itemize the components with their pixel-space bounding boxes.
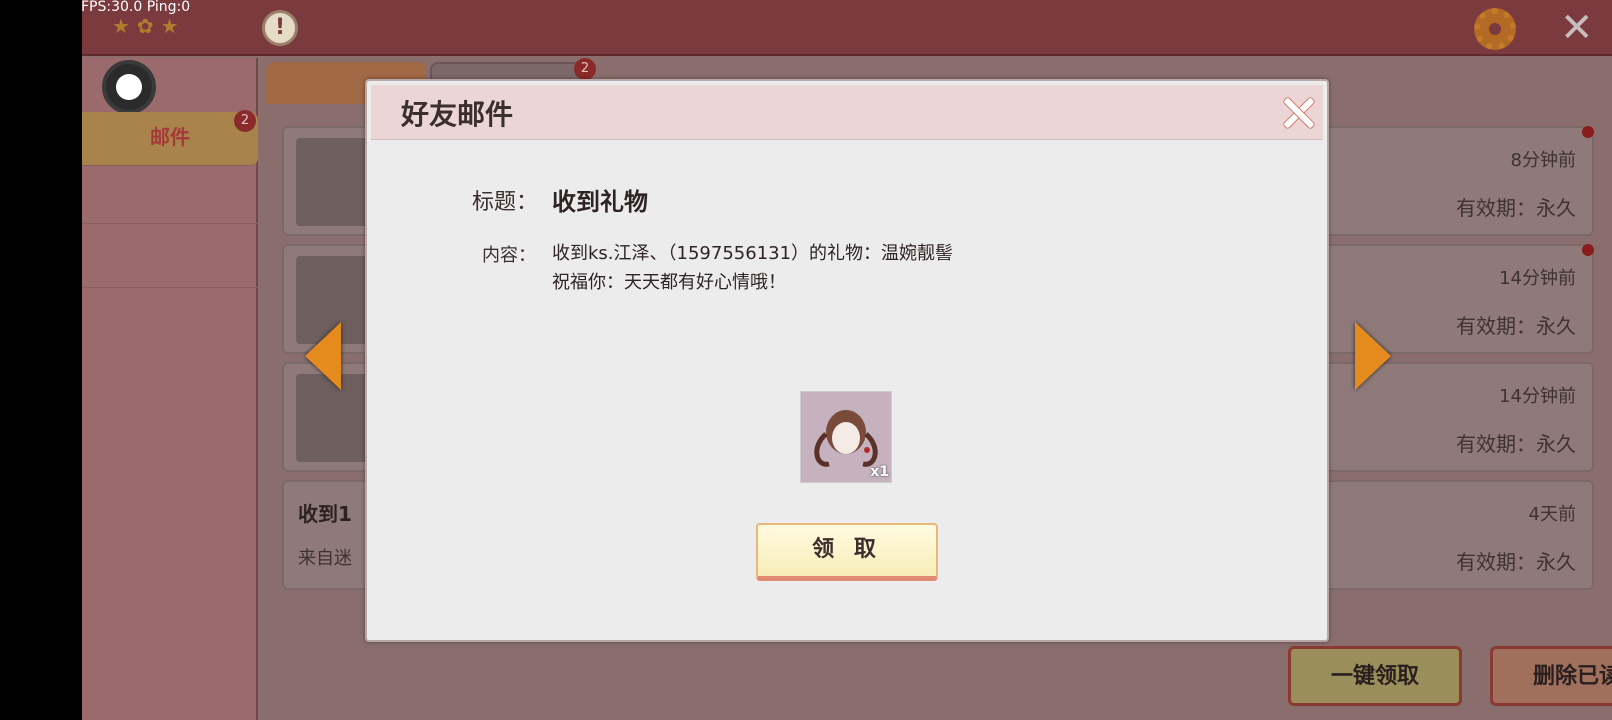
mail-expire: 有效期：永久 [1456, 196, 1576, 220]
gear-icon[interactable] [1474, 8, 1516, 50]
mail-time: 8分钟前 [1510, 150, 1576, 171]
arrow-left-icon[interactable] [305, 322, 341, 390]
dialog-title: 好友邮件 [401, 98, 514, 131]
sidebar-item-label: 邮件 [150, 125, 190, 149]
alert-icon[interactable]: ! [262, 10, 298, 46]
mail-expire: 有效期：永久 [1456, 432, 1576, 456]
subject-value: 收到礼物 [552, 188, 648, 216]
mail-expire: 有效期：永久 [1456, 314, 1576, 338]
mail-time: 14分钟前 [1499, 268, 1576, 289]
content-blessing: 祝福你：天天都有好心情哦！ [552, 272, 786, 293]
arrow-right-icon[interactable] [1355, 322, 1391, 390]
sidebar-item-2[interactable] [82, 174, 258, 224]
close-icon[interactable] [1281, 95, 1315, 129]
claim-all-button[interactable]: 一键领取 [1288, 646, 1462, 706]
friend-mail-dialog: 好友邮件 标题： 收到礼物 内容： 收到ks.江泽、（1597556131）的礼… [365, 79, 1329, 642]
close-icon[interactable]: ✕ [1560, 6, 1594, 50]
mail-from: 来自迷 [298, 548, 352, 569]
game-logo: ★ ✿ ★ [112, 14, 179, 38]
content-text: 收到ks.江泽、（1597556131）的礼物：温婉靓髻 [552, 243, 954, 264]
home-button[interactable] [102, 60, 156, 114]
sidebar-item-mail[interactable]: 邮件 [82, 112, 258, 166]
mail-expire: 有效期：永久 [1456, 550, 1576, 574]
black-border [0, 0, 82, 720]
mail-badge: 2 [234, 110, 256, 132]
top-bar: ★ ✿ ★ ! ✕ [82, 0, 1612, 56]
mail-time: 14分钟前 [1499, 386, 1576, 407]
gift-quantity: x1 [870, 464, 889, 480]
unread-dot [1582, 244, 1594, 256]
sidebar: 邮件 2 [82, 58, 258, 720]
fps-ping-overlay: FPS:30.0 Ping:0 [81, 0, 191, 15]
sidebar-item-3[interactable] [82, 238, 258, 288]
mail-time: 4天前 [1528, 504, 1576, 525]
claim-button[interactable]: 领 取 [756, 523, 938, 581]
gift-item-slot[interactable]: x1 [800, 391, 892, 483]
subject-label: 标题： [472, 190, 539, 215]
friend-tab-badge: 2 [574, 58, 596, 80]
dialog-header: 好友邮件 [371, 85, 1323, 140]
delete-read-button[interactable]: 删除已读 [1490, 646, 1612, 706]
unread-dot [1582, 126, 1594, 138]
content-label: 内容： [482, 245, 536, 266]
mail-title: 收到1 [298, 502, 352, 526]
